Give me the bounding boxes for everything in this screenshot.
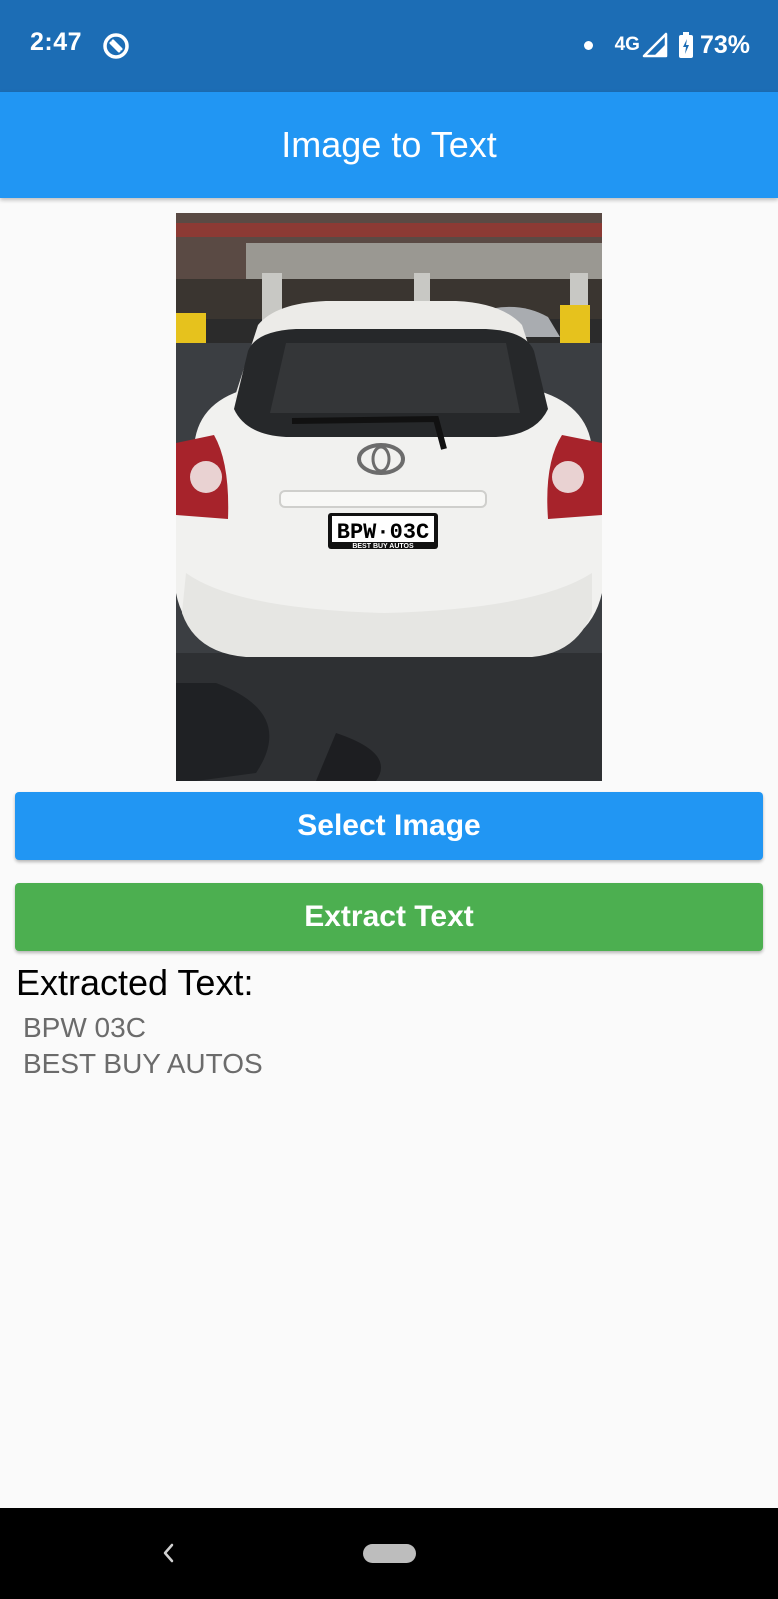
extract-text-button[interactable]: Extract Text bbox=[15, 883, 763, 951]
plate-dealer-text: BEST BUY AUTOS bbox=[352, 543, 414, 550]
battery-charging-icon bbox=[678, 32, 693, 58]
app-notification-icon bbox=[103, 33, 129, 59]
app-bar: Image to Text bbox=[0, 92, 778, 198]
extracted-text-line: BPW 03C bbox=[23, 1012, 146, 1043]
signal-icon bbox=[642, 32, 668, 58]
select-image-button[interactable]: Select Image bbox=[15, 792, 763, 860]
app-title: Image to Text bbox=[281, 124, 497, 165]
extracted-text-heading: Extracted Text: bbox=[16, 962, 254, 1003]
back-icon[interactable] bbox=[156, 1538, 180, 1568]
network-type: 4G bbox=[614, 34, 640, 55]
status-indicators: 4G 73% bbox=[583, 28, 750, 62]
extracted-text-result: BPW 03C BEST BUY AUTOS bbox=[23, 1010, 263, 1082]
dot-icon bbox=[583, 40, 593, 50]
battery-percent: 73% bbox=[699, 30, 750, 59]
plate-text: BPW·03C bbox=[337, 520, 429, 545]
selected-image: BPW·03C BEST BUY AUTOS bbox=[176, 213, 602, 781]
system-nav-bar bbox=[0, 1508, 778, 1599]
status-bar: 2:47 4G 73% bbox=[0, 0, 778, 92]
home-pill-icon[interactable] bbox=[363, 1544, 416, 1563]
car-photo-icon: BPW·03C BEST BUY AUTOS bbox=[176, 213, 602, 781]
extracted-text-line: BEST BUY AUTOS bbox=[23, 1048, 263, 1079]
status-time: 2:47 bbox=[30, 28, 83, 56]
